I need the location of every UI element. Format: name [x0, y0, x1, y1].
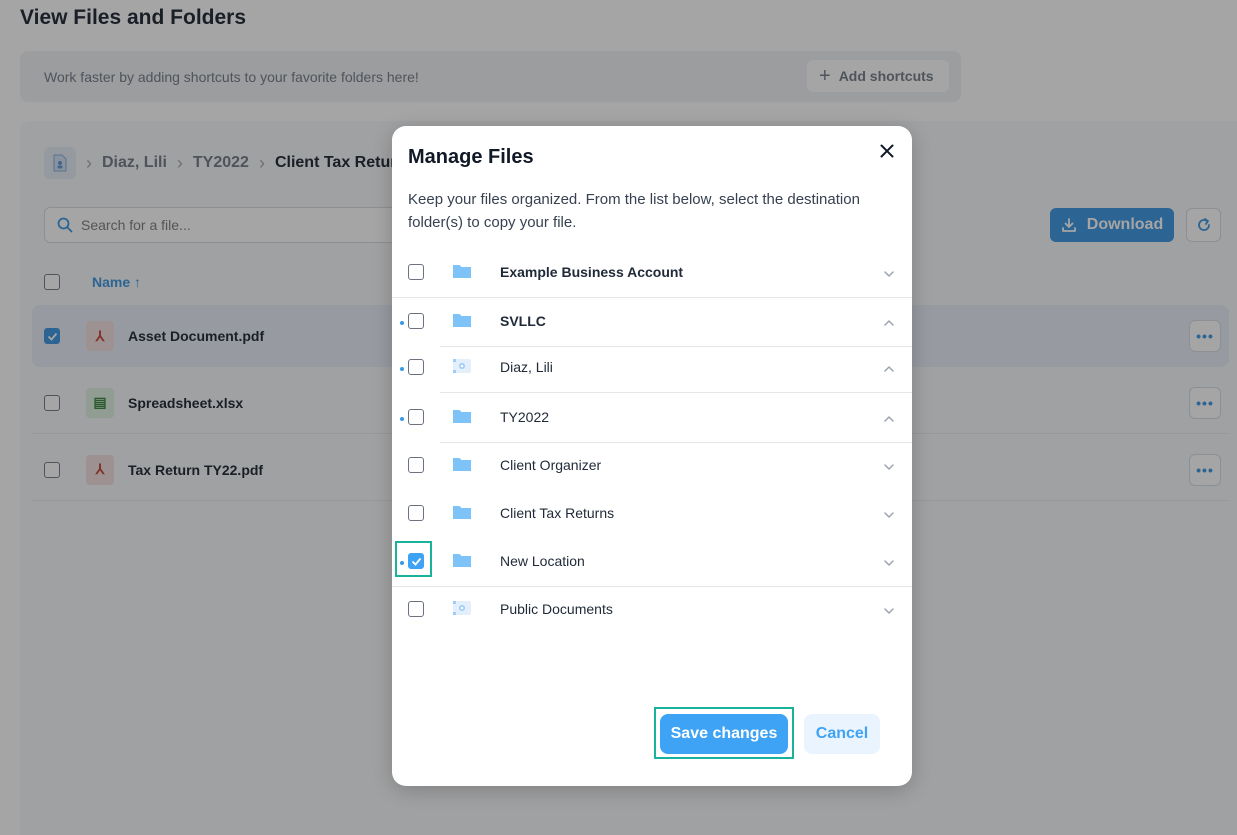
folder-row[interactable]: New Location — [392, 539, 912, 587]
folder-checkbox[interactable] — [408, 553, 424, 569]
folder-checkbox[interactable] — [408, 601, 424, 617]
folder-checkbox[interactable] — [408, 264, 424, 280]
folder-row[interactable]: Public Documents — [392, 587, 912, 635]
folder-name: SVLLC — [500, 313, 546, 329]
save-changes-button[interactable]: Save changes — [660, 714, 788, 754]
folder-name: TY2022 — [500, 409, 550, 425]
tree-dot — [400, 321, 404, 325]
folder-name: Client Tax Returns — [500, 505, 615, 521]
chevron-up-icon[interactable] — [882, 412, 896, 426]
folder-checkbox[interactable] — [408, 505, 424, 521]
folder-name: Diaz, Lili — [500, 359, 553, 375]
folder-checkbox[interactable] — [408, 359, 424, 375]
chevron-down-icon[interactable] — [882, 267, 896, 281]
folder-name: New Location — [500, 553, 585, 569]
chevron-down-icon[interactable] — [882, 460, 896, 474]
folder-icon — [453, 265, 471, 278]
check-icon — [411, 557, 421, 566]
chevron-up-icon[interactable] — [882, 316, 896, 330]
folder-name: Client Organizer — [500, 457, 602, 473]
modal-title: Manage Files — [408, 146, 534, 168]
folder-checkbox[interactable] — [408, 409, 424, 425]
tree-dot — [400, 367, 404, 371]
folder-row[interactable]: Example Business Account — [392, 250, 912, 298]
modal-description: Keep your files organized. From the list… — [408, 191, 860, 231]
folder-row[interactable]: SVLLC — [392, 299, 912, 347]
folder-row[interactable]: Diaz, Lili — [392, 345, 912, 393]
folder-icon — [453, 506, 471, 519]
chevron-up-icon[interactable] — [882, 362, 896, 376]
folder-row[interactable]: Client Organizer — [392, 443, 912, 491]
tree-dot — [400, 417, 404, 421]
folder-icon — [453, 458, 471, 471]
cancel-button[interactable]: Cancel — [804, 714, 880, 754]
folder-checkbox[interactable] — [408, 313, 424, 329]
manage-files-modal: Manage Files Keep your files organized. … — [392, 126, 912, 786]
row-divider — [392, 297, 912, 298]
client-folder-icon — [453, 359, 471, 373]
folder-checkbox[interactable] — [408, 457, 424, 473]
folder-icon — [453, 554, 471, 567]
row-divider — [440, 392, 912, 393]
chevron-down-icon[interactable] — [882, 508, 896, 522]
chevron-down-icon[interactable] — [882, 604, 896, 618]
folder-icon — [453, 314, 471, 327]
shared-folder-icon — [453, 601, 471, 615]
folder-name: Example Business Account — [500, 264, 684, 280]
folder-name: Public Documents — [500, 601, 613, 617]
folder-row[interactable]: Client Tax Returns — [392, 491, 912, 539]
folder-row[interactable]: TY2022 — [392, 395, 912, 443]
chevron-down-icon[interactable] — [882, 556, 896, 570]
close-icon — [880, 144, 894, 158]
close-button[interactable] — [876, 140, 898, 162]
folder-icon — [453, 410, 471, 423]
